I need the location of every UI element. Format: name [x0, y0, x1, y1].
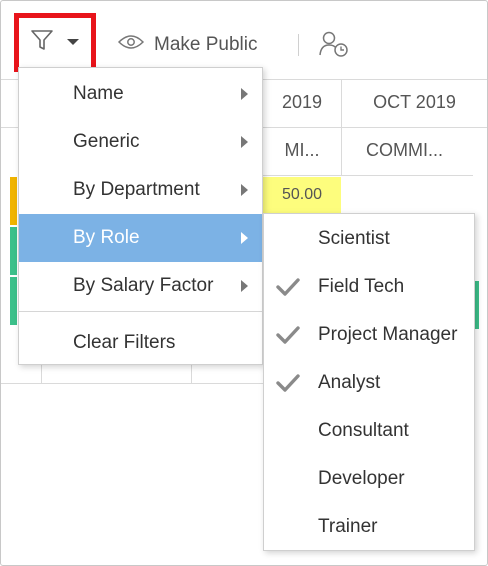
menu-divider [19, 311, 262, 312]
eye-icon [117, 34, 145, 56]
chevron-right-icon [241, 88, 248, 100]
grid-divider [1, 127, 18, 128]
column-header: COMMI... [366, 140, 443, 160]
chevron-right-icon [241, 184, 248, 196]
menu-item-generic[interactable]: Generic [19, 118, 262, 166]
menu-item-by-department[interactable]: By Department [19, 166, 262, 214]
grid-divider [263, 127, 487, 128]
grid-divider [263, 175, 473, 176]
role-option-trainer[interactable]: Trainer [264, 503, 474, 551]
role-option-label: Analyst [318, 372, 381, 393]
grid-divider [191, 365, 192, 383]
row-status-strip [10, 277, 17, 325]
role-option-label: Consultant [318, 420, 409, 441]
row-status-strip [10, 227, 17, 275]
app-window: 2019 OCT 2019 MI... COMMI... 50.00 Make … [0, 0, 488, 566]
chevron-right-icon [241, 232, 248, 244]
make-public-label: Make Public [154, 34, 258, 55]
month-header: 2019 [281, 92, 323, 112]
filter-button[interactable] [14, 13, 96, 72]
checkmark-icon [276, 325, 300, 345]
column-header: MI... [284, 140, 320, 160]
grid-divider [41, 365, 42, 383]
clear-filters-label: Clear Filters [73, 332, 176, 353]
role-option-label: Scientist [318, 228, 390, 249]
caret-down-icon [66, 34, 80, 52]
role-option-project-manager[interactable]: Project Manager [264, 311, 474, 359]
checkmark-icon [276, 277, 300, 297]
role-option-scientist[interactable]: Scientist [264, 215, 474, 263]
role-option-consultant[interactable]: Consultant [264, 407, 474, 455]
role-option-label: Trainer [318, 516, 378, 537]
menu-item-by-role[interactable]: By Role [19, 214, 262, 262]
menu-item-label: By Department [73, 179, 200, 200]
role-option-developer[interactable]: Developer [264, 455, 474, 503]
menu-item-label: Name [73, 83, 124, 104]
chevron-right-icon [241, 280, 248, 292]
grid-divider [1, 383, 263, 384]
checkmark-icon [276, 373, 300, 393]
role-option-analyst[interactable]: Analyst [264, 359, 474, 407]
role-option-field-tech[interactable]: Field Tech [264, 263, 474, 311]
filter-funnel-icon [30, 28, 54, 57]
role-option-label: Developer [318, 468, 405, 489]
user-clock-icon[interactable] [319, 29, 349, 59]
menu-item-name[interactable]: Name [19, 70, 262, 118]
month-header: OCT 2019 [373, 92, 456, 112]
menu-item-label: By Salary Factor [73, 275, 214, 296]
clear-filters-button[interactable]: Clear Filters [19, 319, 262, 367]
chevron-right-icon [241, 136, 248, 148]
make-public-button[interactable]: Make Public [117, 31, 258, 59]
filter-menu: Name Generic By Department By Role By Sa… [18, 67, 263, 365]
menu-item-label: By Role [73, 227, 140, 248]
row-status-strip [10, 177, 17, 225]
highlighted-value-cell: 50.00 [263, 177, 341, 213]
menu-item-by-salary-factor[interactable]: By Salary Factor [19, 262, 262, 310]
toolbar-divider [298, 34, 299, 56]
role-submenu: Scientist Field Tech Project Manager Ana… [263, 213, 475, 551]
menu-item-label: Generic [73, 131, 140, 152]
role-option-label: Project Manager [318, 324, 458, 345]
role-option-label: Field Tech [318, 276, 405, 297]
